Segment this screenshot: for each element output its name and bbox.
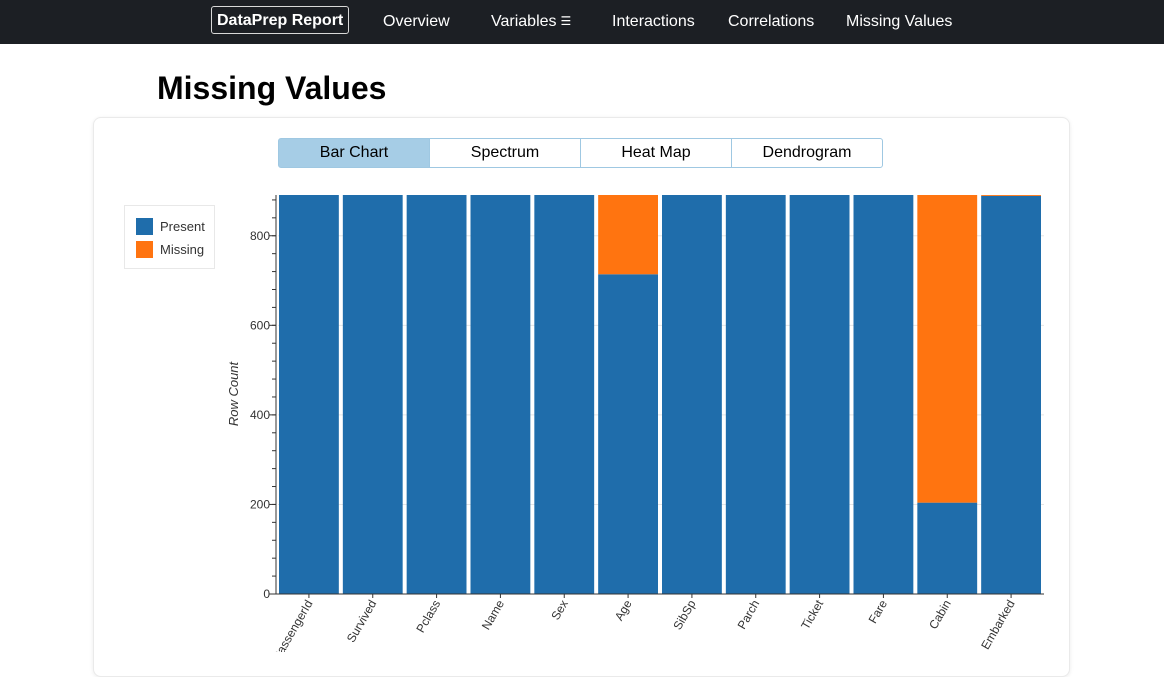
x-tick-label: Ticket xyxy=(798,597,826,632)
bar-present-passengerid[interactable] xyxy=(279,195,339,594)
x-tick-label: Embarked xyxy=(978,597,1017,651)
bar-present-name[interactable] xyxy=(470,195,531,594)
x-tick-label: Name xyxy=(479,597,507,632)
bar-present-age[interactable] xyxy=(598,274,658,594)
bar-present-parch[interactable] xyxy=(725,195,786,594)
bar-missing-cabin[interactable] xyxy=(917,195,978,503)
y-tick-label: 400 xyxy=(250,408,270,422)
y-tick-label: 600 xyxy=(250,318,270,332)
missing-values-bar-chart: PassengerId Survived Pclass Name Sex Age SibSp… xyxy=(226,195,1044,653)
bar-present-sex[interactable] xyxy=(534,195,595,594)
x-tick-label: Sex xyxy=(548,598,570,623)
bar-present-sibsp[interactable] xyxy=(662,195,722,594)
y-tick-label: 0 xyxy=(263,587,270,601)
x-tick-label: SibSp xyxy=(670,597,698,632)
x-tick-label: Survived xyxy=(344,598,379,645)
x-tick-label: PassengerId xyxy=(270,598,316,653)
bars xyxy=(279,195,1041,594)
x-tick-label: Parch xyxy=(735,598,763,632)
bar-present-embarked[interactable] xyxy=(981,195,1041,594)
y-tick-label: 800 xyxy=(250,229,270,243)
y-axis-label: Row Count xyxy=(226,360,241,426)
y-tick-label: 200 xyxy=(250,497,270,511)
x-tick-label: Pclass xyxy=(413,598,443,636)
x-tick-label: Fare xyxy=(866,597,891,626)
bar-present-survived[interactable] xyxy=(342,195,403,594)
bar-present-pclass[interactable] xyxy=(406,195,467,594)
bar-missing-embarked[interactable] xyxy=(981,195,1041,196)
bar-present-ticket[interactable] xyxy=(789,195,850,594)
bar-present-cabin[interactable] xyxy=(917,502,978,594)
bar-missing-age[interactable] xyxy=(598,195,658,275)
x-tick-label: Age xyxy=(612,597,635,623)
x-tick-label: Cabin xyxy=(926,598,954,632)
bar-present-fare[interactable] xyxy=(853,195,914,594)
